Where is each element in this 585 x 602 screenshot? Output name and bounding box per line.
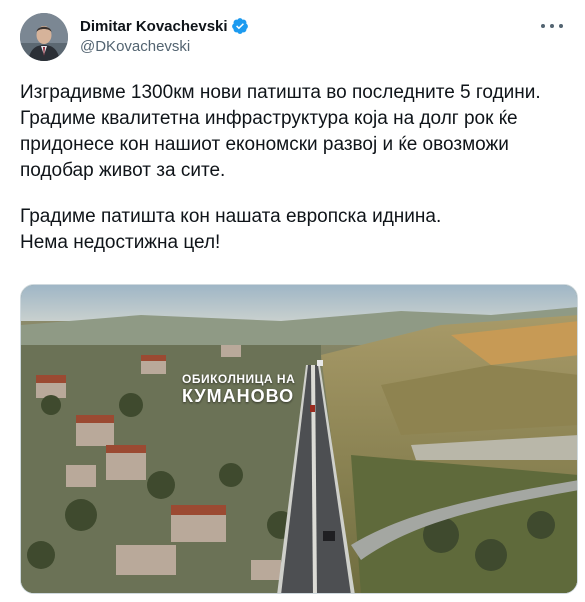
author-name-row[interactable]: Dimitar Kovachevski <box>80 17 249 35</box>
more-dot <box>550 24 554 28</box>
verified-badge-icon <box>231 17 249 35</box>
tweet-text: Изградивме 1300км нови патишта во послед… <box>20 80 570 256</box>
tweet-card: Dimitar Kovachevski @DKovachevski Изград… <box>0 0 585 602</box>
aerial-road-photo <box>21 285 577 593</box>
more-options-icon[interactable] <box>541 18 563 34</box>
tweet-paragraph-2: Градиме патишта кон нашата европска идни… <box>20 206 442 253</box>
tweet-media-image[interactable]: ОБИКОЛНИЦА НА КУМАНОВО <box>20 284 578 594</box>
avatar[interactable] <box>20 13 68 61</box>
video-overlay-subtitle: ОБИКОЛНИЦА НА <box>182 372 296 386</box>
author-handle[interactable]: @DKovachevski <box>80 38 190 55</box>
author-display-name[interactable]: Dimitar Kovachevski <box>80 18 228 35</box>
more-dot <box>541 24 545 28</box>
video-overlay-title: КУМАНОВО <box>182 386 295 406</box>
more-dot <box>559 24 563 28</box>
tweet-paragraph-1: Изградивме 1300км нови патишта во послед… <box>20 82 541 181</box>
